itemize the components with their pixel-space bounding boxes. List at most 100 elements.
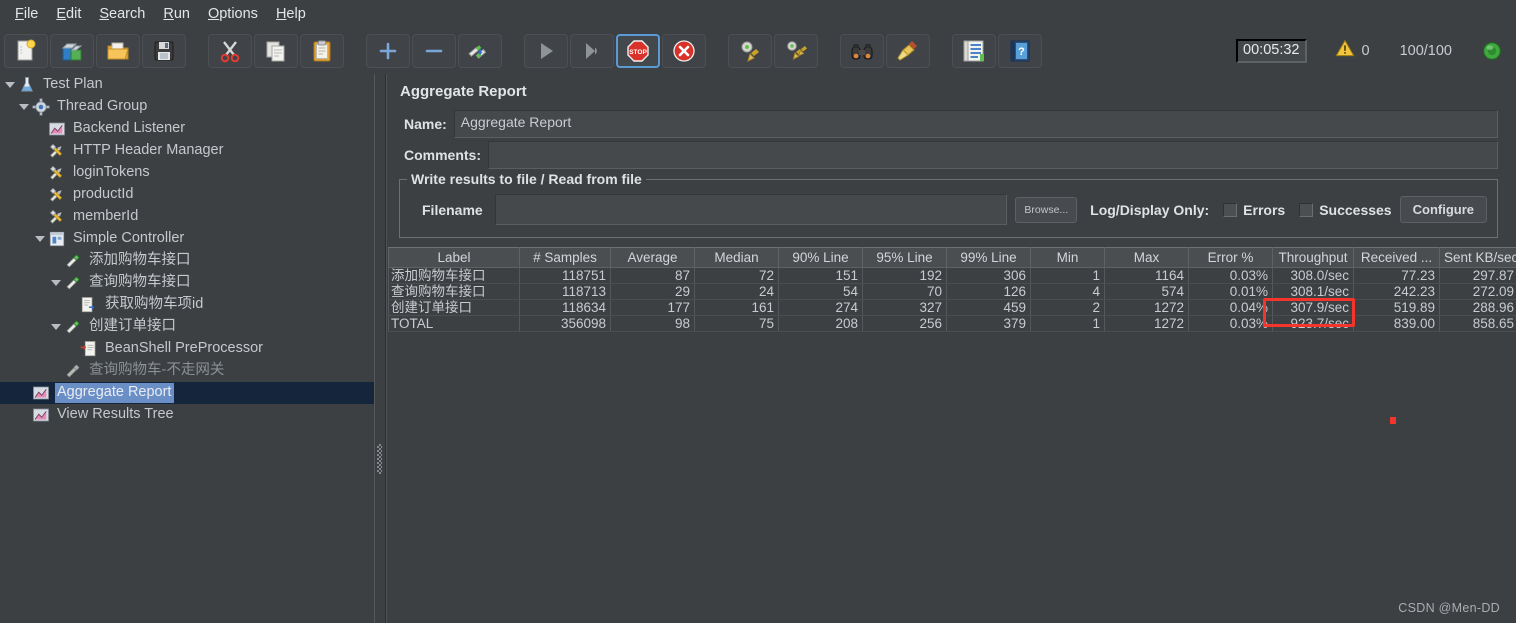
tree-node-backend-listener[interactable]: Backend Listener — [0, 118, 374, 140]
tree-node-aggregate-report[interactable]: Aggregate Report — [0, 382, 374, 404]
tree-node-add-cart-api[interactable]: 添加购物车接口 — [0, 250, 374, 272]
tree-node-query-cart-api[interactable]: 查询购物车接口 — [0, 272, 374, 294]
paste-button[interactable] — [300, 34, 344, 68]
clear-all-button[interactable] — [774, 34, 818, 68]
log-display-only-label: Log/Display Only: — [1090, 201, 1210, 218]
broom-reset-icon — [896, 39, 920, 63]
chevron-down-icon[interactable] — [48, 316, 64, 338]
save-button[interactable] — [142, 34, 186, 68]
column-header-average[interactable]: Average — [610, 247, 695, 268]
errors-checkbox[interactable] — [1223, 202, 1238, 217]
cut-button[interactable] — [208, 34, 252, 68]
column-header-sent[interactable]: Sent KB/sec — [1439, 247, 1516, 268]
column-header-samples[interactable]: # Samples — [519, 247, 611, 268]
copy-pages-icon — [264, 39, 288, 63]
browse-button[interactable]: Browse... — [1015, 196, 1078, 223]
menu-help[interactable]: Help — [267, 4, 315, 24]
tree-node-query-cart-no-gateway[interactable]: 查询购物车-不走网关 — [0, 360, 374, 382]
new-button[interactable] — [4, 34, 48, 68]
configure-button[interactable]: Configure — [1399, 196, 1487, 223]
tree-node-logintokens[interactable]: loginTokens — [0, 162, 374, 184]
clear-all-broom-icon — [784, 39, 808, 63]
tree-node-get-cart-item-id[interactable]: 获取购物车项id — [0, 294, 374, 316]
column-header-throughput[interactable]: Throughput — [1272, 247, 1354, 268]
split-pane-grip[interactable] — [377, 444, 382, 474]
menu-edit[interactable]: Edit — [47, 4, 90, 24]
tree-node-thread-group[interactable]: Thread Group — [0, 96, 374, 118]
column-header-max[interactable]: Max — [1104, 247, 1189, 268]
column-header-median[interactable]: Median — [694, 247, 779, 268]
tree-node-memberid[interactable]: memberId — [0, 206, 374, 228]
cell-90-line: 208 — [778, 315, 863, 332]
toggle-enable-icon — [468, 39, 492, 63]
copy-button[interactable] — [254, 34, 298, 68]
clear-button[interactable] — [728, 34, 772, 68]
column-header-error-pct[interactable]: Error % — [1188, 247, 1273, 268]
name-input[interactable]: Aggregate Report — [453, 110, 1498, 138]
toggle-button[interactable] — [458, 34, 502, 68]
help-button[interactable]: ? — [998, 34, 1042, 68]
collapse-button[interactable] — [412, 34, 456, 68]
comments-row: Comments: — [399, 141, 1498, 169]
chevron-down-icon[interactable] — [2, 74, 18, 96]
column-header-received[interactable]: Received ... — [1353, 247, 1440, 268]
cell-samples: 118713 — [519, 283, 611, 300]
test-plan-tree[interactable]: Test Plan Thread Group Backend Listener … — [0, 74, 374, 623]
table-row[interactable]: 创建订单接口 118634 177 161 274 327 459 2 1272… — [388, 299, 1516, 316]
menu-search[interactable]: Search — [90, 4, 154, 24]
open-button[interactable] — [96, 34, 140, 68]
templates-button[interactable] — [50, 34, 94, 68]
warning-indicator[interactable]: 0 — [1334, 39, 1370, 63]
preprocessor-icon — [80, 340, 98, 358]
start-button[interactable] — [524, 34, 568, 68]
split-pane-divider[interactable] — [374, 74, 386, 623]
column-header-90-line[interactable]: 90% Line — [778, 247, 863, 268]
successes-checkbox[interactable] — [1299, 202, 1314, 217]
svg-text:?: ? — [1018, 46, 1025, 58]
tree-node-test-plan[interactable]: Test Plan — [0, 74, 374, 96]
filename-label: Filename — [422, 201, 483, 218]
play-no-timers-icon — [580, 39, 604, 63]
table-row[interactable]: 查询购物车接口 118713 29 24 54 70 126 4 574 0.0… — [388, 283, 1516, 300]
tree-node-label: memberId — [73, 208, 139, 224]
elapsed-timer: 00:05:32 — [1236, 39, 1307, 63]
tree-node-http-header-manager[interactable]: HTTP Header Manager — [0, 140, 374, 162]
table-row-total[interactable]: TOTAL 356098 98 75 208 256 379 1 1272 0.… — [388, 315, 1516, 332]
column-header-label[interactable]: Label — [388, 247, 520, 268]
listener-chart-icon — [32, 406, 50, 424]
tree-node-simple-controller[interactable]: Simple Controller — [0, 228, 374, 250]
chevron-down-icon[interactable] — [16, 96, 32, 118]
comments-input[interactable] — [488, 141, 1498, 169]
menu-run[interactable]: Run — [154, 4, 199, 24]
stop-button[interactable]: STOP — [616, 34, 660, 68]
aggregate-results-table-wrapper[interactable]: Label # Samples Average Median 90% Line … — [387, 247, 1516, 332]
cell-error-pct: 0.03% — [1188, 267, 1273, 284]
chevron-down-icon[interactable] — [32, 228, 48, 250]
column-header-99-line[interactable]: 99% Line — [946, 247, 1031, 268]
controller-icon — [48, 230, 66, 248]
config-tools-icon — [48, 164, 66, 182]
tree-node-productid[interactable]: productId — [0, 184, 374, 206]
cell-99-line: 126 — [946, 283, 1031, 300]
sampler-icon — [64, 318, 82, 336]
table-row[interactable]: 添加购物车接口 118751 87 72 151 192 306 1 1164 … — [388, 267, 1516, 284]
reset-search-button[interactable] — [886, 34, 930, 68]
start-no-pauses-button[interactable] — [570, 34, 614, 68]
filename-input[interactable] — [494, 194, 1008, 225]
tree-node-view-results-tree[interactable]: View Results Tree — [0, 404, 374, 426]
column-header-95-line[interactable]: 95% Line — [862, 247, 947, 268]
cell-label: 查询购物车接口 — [388, 283, 520, 300]
tree-node-beanshell-preprocessor[interactable]: BeanShell PreProcessor — [0, 338, 374, 360]
expand-button[interactable] — [366, 34, 410, 68]
tree-node-label: 查询购物车接口 — [89, 274, 191, 290]
chevron-down-icon[interactable] — [48, 272, 64, 294]
column-header-min[interactable]: Min — [1030, 247, 1105, 268]
shutdown-button[interactable] — [662, 34, 706, 68]
search-button[interactable] — [840, 34, 884, 68]
function-helper-button[interactable] — [952, 34, 996, 68]
menu-options[interactable]: Options — [199, 4, 267, 24]
tree-node-create-order-api[interactable]: 创建订单接口 — [0, 316, 374, 338]
cut-scissors-icon — [218, 39, 242, 63]
menu-file[interactable]: File — [6, 4, 47, 24]
aggregate-results-table[interactable]: Label # Samples Average Median 90% Line … — [388, 247, 1516, 332]
